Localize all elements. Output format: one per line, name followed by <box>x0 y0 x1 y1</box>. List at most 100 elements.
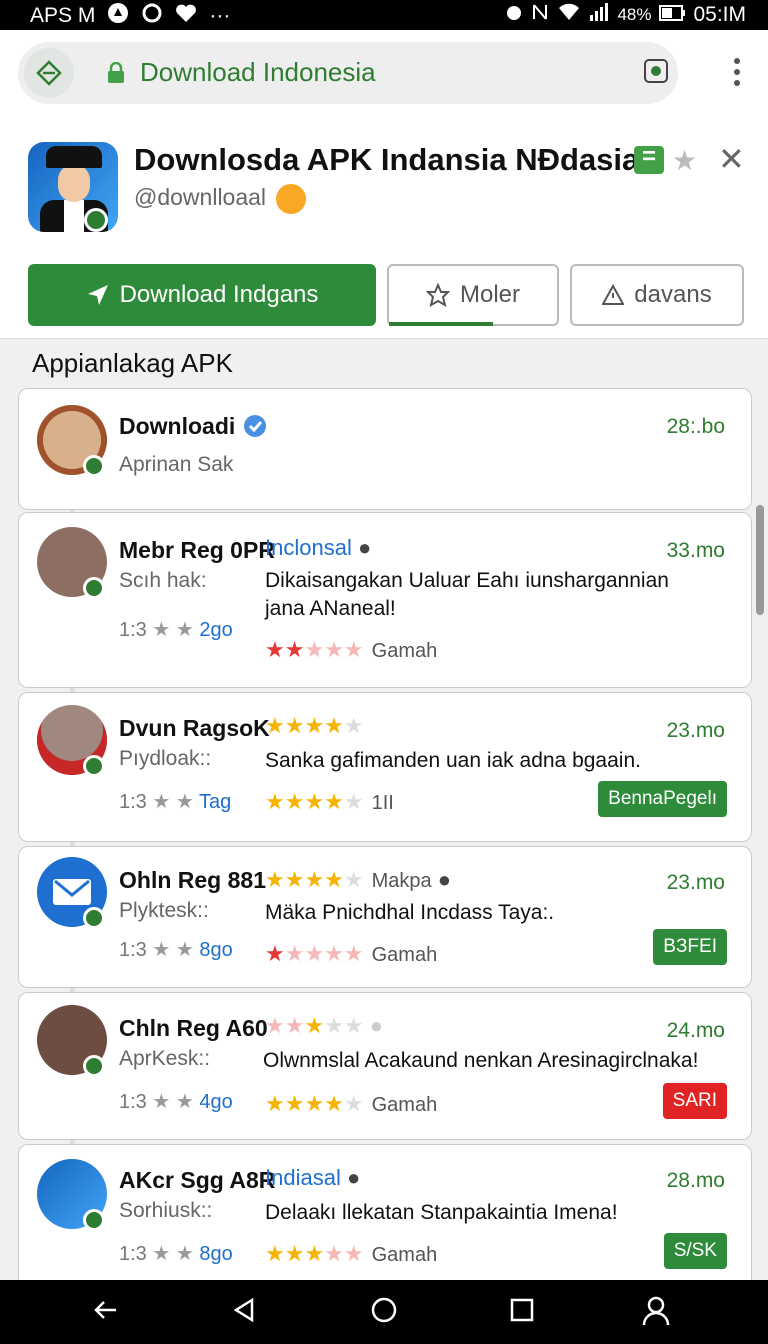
status-badge[interactable]: S/SK <box>663 1233 727 1269</box>
url-text: Download Indonesia <box>140 57 376 87</box>
person-icon: ● <box>357 535 372 560</box>
item-rating: ★★★★★ Gamah <box>265 941 438 966</box>
item-tag: Indiasal ● <box>265 1165 360 1191</box>
meta-link[interactable]: 8go <box>199 1243 232 1265</box>
advanced-button[interactable]: davans <box>570 264 744 326</box>
item-message: Mäka Pnichdhal Incdass Taya:. <box>265 901 555 924</box>
item-subtitle: Scıh hak: <box>119 569 207 592</box>
list-item[interactable]: Mebr Reg 0PR Inclonsal ● 33.mo Scıh hak:… <box>18 512 752 688</box>
rating-label: 1II <box>371 792 394 814</box>
item-name: Dvun RagsoK <box>119 715 270 741</box>
item-message: Dikaisangakan Ualuar Eahı iunshargannian… <box>265 569 669 620</box>
item-name: AKcr Sgg A8R <box>119 1167 276 1193</box>
item-meta: 1:3 ★ ★ 4go <box>119 1091 233 1113</box>
home-icon[interactable] <box>370 1296 398 1331</box>
scrollbar[interactable] <box>756 505 764 615</box>
verified-badge-icon <box>84 208 108 232</box>
rating-label: Gamah <box>371 1244 438 1266</box>
meta-number: 1:3 <box>119 939 147 961</box>
item-tag-text: Indiasal <box>265 1165 341 1190</box>
item-rating: ★★★★★ Gamah <box>265 637 438 662</box>
back-triangle-icon[interactable] <box>230 1296 258 1331</box>
item-rating: ★★★★★ Gamah <box>265 1241 438 1266</box>
app-handle: @downlloaal <box>134 184 307 214</box>
tab-switcher-icon[interactable] <box>644 59 668 83</box>
status-left-text: APS M <box>30 4 96 27</box>
profile-icon[interactable] <box>642 1296 670 1333</box>
item-top-rating: ★★★★★ Makpa ● <box>265 867 452 892</box>
more-notifications-icon: ··· <box>209 4 231 27</box>
item-subtitle: Sorhiusk:: <box>119 1199 213 1222</box>
active-tab-indicator <box>389 322 493 326</box>
rating-label: Gamah <box>371 944 438 966</box>
favorite-star-icon[interactable]: ★ <box>672 144 697 177</box>
list-item[interactable]: Chln Reg A60 ★★★★★ ● 24.mo AprKesk:: Olw… <box>18 992 752 1140</box>
app-notification-icon <box>107 2 129 30</box>
avatar <box>37 405 107 477</box>
meta-link[interactable]: Tag <box>199 791 231 813</box>
list-item[interactable]: Downloadi Aprinan Sak 28:.bo <box>18 388 752 510</box>
recents-icon[interactable] <box>508 1296 536 1331</box>
verified-icon <box>243 415 266 437</box>
person-icon: ● <box>346 1165 361 1190</box>
rating-label: Gamah <box>371 1094 438 1116</box>
item-name: Mebr Reg 0PR <box>119 537 275 563</box>
item-meta: 1:3 ★ ★ Tag <box>119 791 232 813</box>
item-tag: Inclonsal ● <box>265 535 371 561</box>
item-message: Olwnmslal Acakaund nenkan Aresinagirclna… <box>263 1049 699 1072</box>
meta-number: 1:3 <box>119 619 147 641</box>
item-subtitle: Aprinan Sak <box>119 453 234 476</box>
lock-icon <box>106 61 126 89</box>
item-top-rating: ★★★★★ ● <box>265 1013 384 1038</box>
meta-link[interactable]: 4go <box>199 1091 232 1113</box>
app-title: Downlosda APK Indansia NĐdasia <box>134 142 640 177</box>
status-badge[interactable]: BЗFEI <box>653 929 727 965</box>
section-title: Appianlakag APK <box>32 348 233 378</box>
rating-label: Gamah <box>371 640 438 662</box>
neutral-emoji-icon: ● <box>369 1013 384 1038</box>
status-badge[interactable]: SARI <box>662 1083 727 1119</box>
list-item[interactable]: Ohln Reg 881 ★★★★★ Makpa ● 23.mo Plyktesk… <box>18 846 752 988</box>
close-icon[interactable]: ✕ <box>718 140 745 178</box>
item-message: Sanka gafimanden uan iak adna bgaain. <box>265 749 641 772</box>
item-time: 23.mo <box>666 719 725 742</box>
list-item[interactable]: Dvun RagsoK ★★★★★ 23.mo Pıydloak:: Sanka… <box>18 692 752 842</box>
smile-emoji-icon <box>276 184 307 214</box>
menu-badge-icon[interactable] <box>634 143 664 174</box>
list-item[interactable]: AKcr Sgg A8R Indiasal ● 28.mo Sorhiusk::… <box>18 1144 752 1294</box>
back-arrow-icon[interactable] <box>92 1296 120 1331</box>
avatar <box>37 1159 107 1231</box>
item-time: 28.mo <box>666 1169 725 1192</box>
navigation-arrow-icon <box>87 285 108 305</box>
address-bar[interactable]: Download Indonesia <box>18 42 678 104</box>
more-button-label: Moler <box>459 281 520 308</box>
download-button[interactable]: Download Indgans <box>28 264 376 326</box>
item-subtitle: Plyktesk:: <box>119 899 209 922</box>
heart-icon <box>175 3 197 29</box>
item-meta: 1:3 ★ ★ 8go <box>119 939 233 961</box>
avatar <box>37 857 107 929</box>
item-meta: 1:3 ★ ★ 8go <box>119 1243 233 1265</box>
wifi-icon <box>557 2 581 28</box>
star-outline-icon <box>425 283 450 307</box>
warning-icon <box>602 284 625 305</box>
status-badge[interactable]: BennaPegelı <box>598 781 727 817</box>
advanced-button-label: davans <box>634 281 712 308</box>
more-button[interactable]: Moler <box>387 264 559 326</box>
item-rating: ★★★★★ Gamah <box>265 1091 438 1116</box>
battery-percent: 48% <box>617 5 652 24</box>
clock: 05:IM <box>693 3 746 26</box>
app-header: Downlosda APK Indansia NĐdasia ★ ✕ @down… <box>0 116 768 339</box>
avatar <box>37 1005 107 1077</box>
meta-link[interactable]: 8go <box>199 939 232 961</box>
person-icon: ● <box>437 867 452 892</box>
item-name: Ohln Reg 881 <box>119 867 266 893</box>
browser-toolbar: Download Indonesia <box>0 30 768 117</box>
menu-icon[interactable] <box>734 58 740 91</box>
site-settings-icon[interactable] <box>24 48 74 98</box>
meta-number: 1:3 <box>119 1243 147 1265</box>
item-time: 24.mo <box>666 1019 725 1042</box>
status-bar: APS M ··· 48% 05:IM <box>0 0 768 30</box>
item-subtitle: AprKesk:: <box>119 1047 211 1070</box>
meta-link[interactable]: 2go <box>199 619 232 641</box>
